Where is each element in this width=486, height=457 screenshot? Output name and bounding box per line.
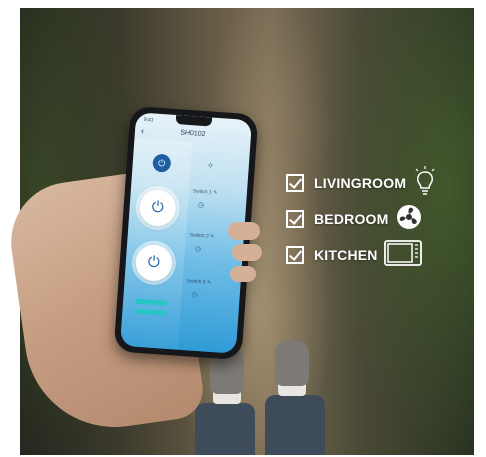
timer-icon[interactable]: ◷ xyxy=(198,201,244,212)
feature-label: LIVINGROOM xyxy=(314,175,407,191)
microwave-icon xyxy=(383,239,422,272)
switch-row[interactable]: Switch 3 ✎ ◷ xyxy=(185,278,238,302)
sparkle-row: ✧ xyxy=(194,154,247,176)
switch-row[interactable]: Switch 1 ✎ ◷ xyxy=(192,188,245,212)
switch-label: Switch 1 ✎ xyxy=(192,188,218,197)
finger xyxy=(232,244,262,261)
power-button-switch-2[interactable]: ⏻ xyxy=(134,243,174,283)
switch-3-bar[interactable] xyxy=(134,298,168,306)
shoe xyxy=(275,340,309,386)
sparkle-icon: ✧ xyxy=(206,160,215,171)
feature-item-kitchen: KITCHEN xyxy=(286,239,422,272)
person-legs xyxy=(195,340,350,455)
checkbox-icon xyxy=(286,246,304,264)
trouser-leg xyxy=(265,395,325,455)
switch-controls-column: ⏻ ⏻ ⏻ xyxy=(119,138,193,350)
status-time: 9:41 xyxy=(143,116,154,124)
feature-label: BEDROOM xyxy=(314,211,389,227)
finger xyxy=(230,266,256,282)
checkbox-icon xyxy=(286,210,304,228)
feature-item-livingroom: LIVINGROOM xyxy=(286,165,438,201)
power-button-switch-1[interactable]: ⏻ xyxy=(138,188,177,228)
trouser-leg xyxy=(195,403,255,455)
fan-icon xyxy=(395,203,423,236)
finger xyxy=(228,222,260,240)
feature-label: KITCHEN xyxy=(314,247,378,263)
feature-item-bedroom: BEDROOM xyxy=(286,204,423,234)
timer-icon[interactable]: ◷ xyxy=(191,291,237,302)
switch-label: Switch 3 ✎ xyxy=(186,278,212,286)
lightbulb-icon xyxy=(412,165,438,201)
switch-3-bar[interactable] xyxy=(134,308,167,316)
master-power-button[interactable]: ⏻ xyxy=(152,153,172,173)
checkbox-icon xyxy=(286,174,304,192)
